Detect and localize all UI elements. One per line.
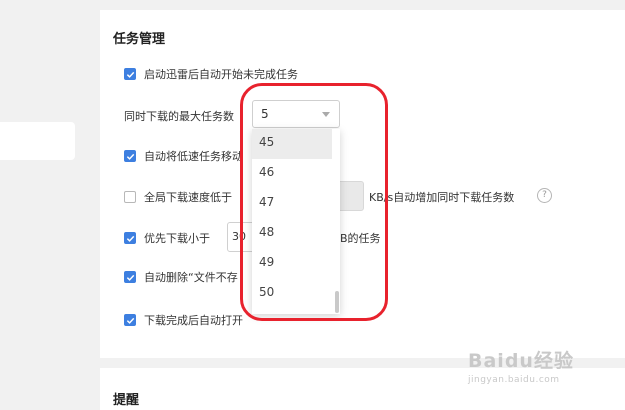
priority-small-label: 优先下载小于 [144, 232, 210, 245]
auto-start-checkbox[interactable] [124, 68, 136, 80]
move-slow-row[interactable]: 自动将低速任务移动 [124, 148, 243, 164]
watermark-brand: Baidu经验 [468, 350, 574, 372]
global-speed-row[interactable]: 全局下载速度低于 [124, 189, 232, 205]
question-circle-icon[interactable]: ? [537, 188, 552, 203]
priority-small-checkbox[interactable] [124, 232, 136, 244]
global-speed-label: 全局下载速度低于 [144, 191, 232, 204]
move-slow-checkbox[interactable] [124, 150, 136, 162]
reminder-title: 提醒 [113, 393, 140, 408]
check-icon [126, 153, 134, 160]
annotation-highlight [240, 83, 388, 321]
watermark-url: jingyan.baidu.com [468, 375, 560, 385]
max-tasks-row: 同时下载的最大任务数 [124, 108, 234, 124]
global-speed-checkbox[interactable] [124, 191, 136, 203]
auto-delete-label: 自动删除“文件不存 [144, 271, 238, 284]
auto-open-checkbox[interactable] [124, 314, 136, 326]
check-icon [126, 235, 134, 242]
auto-start-label: 启动迅雷后自动开始未完成任务 [144, 68, 298, 81]
global-speed-suffix-row: KB/s自动增加同时下载任务数 [369, 189, 514, 205]
check-icon [126, 317, 134, 324]
priority-small-row[interactable]: 优先下载小于 [124, 230, 210, 246]
move-slow-label: 自动将低速任务移动 [144, 150, 243, 163]
auto-delete-row[interactable]: 自动删除“文件不存 [124, 269, 238, 285]
section-title: 任务管理 [113, 32, 166, 47]
left-nav-card[interactable] [0, 122, 75, 160]
auto-open-row[interactable]: 下载完成后自动打开 [124, 312, 243, 328]
auto-open-label: 下载完成后自动打开 [144, 314, 243, 327]
check-icon [126, 274, 134, 281]
max-tasks-label: 同时下载的最大任务数 [124, 110, 234, 123]
check-icon [126, 71, 134, 78]
auto-start-row[interactable]: 启动迅雷后自动开始未完成任务 [124, 66, 298, 82]
global-speed-suffix: KB/s自动增加同时下载任务数 [369, 191, 515, 204]
watermark: Baidu经验 jingyan.baidu.com [468, 346, 574, 385]
auto-delete-checkbox[interactable] [124, 271, 136, 283]
